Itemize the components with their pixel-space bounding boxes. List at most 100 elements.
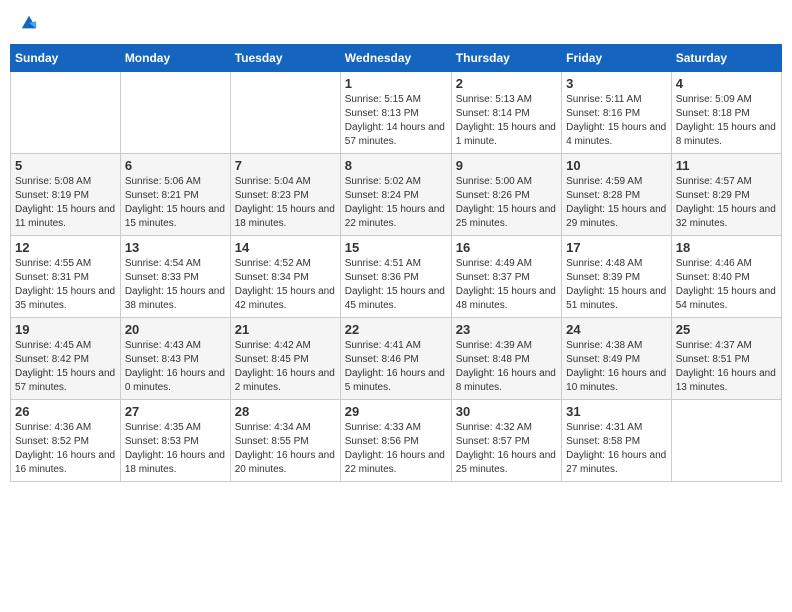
day-info: Sunrise: 4:31 AM Sunset: 8:58 PM Dayligh… (566, 421, 667, 477)
day-info: Sunrise: 4:37 AM Sunset: 8:51 PM Dayligh… (676, 339, 777, 395)
day-info: Sunrise: 4:55 AM Sunset: 8:31 PM Dayligh… (15, 257, 116, 313)
calendar-week-row: 26 Sunrise: 4:36 AM Sunset: 8:52 PM Dayli… (11, 400, 782, 482)
day-info: Sunrise: 4:52 AM Sunset: 8:34 PM Dayligh… (235, 257, 336, 313)
day-info: Sunrise: 4:45 AM Sunset: 8:42 PM Dayligh… (15, 339, 116, 395)
day-number: 14 (235, 240, 336, 255)
day-number: 5 (15, 158, 116, 173)
day-number: 10 (566, 158, 667, 173)
calendar-cell: 16Sunrise: 4:49 AM Sunset: 8:37 PM Dayli… (451, 236, 561, 318)
day-header-monday: Monday (120, 45, 230, 72)
day-info: Sunrise: 4:46 AM Sunset: 8:40 PM Dayligh… (676, 257, 777, 313)
day-info: Sunrise: 4:32 AM Sunset: 8:57 PM Dayligh… (456, 421, 557, 477)
calendar-week-row: 19 Sunrise: 4:45 AM Sunset: 8:42 PM Dayli… (11, 318, 782, 400)
calendar-cell (11, 72, 121, 154)
day-info: Sunrise: 5:00 AM Sunset: 8:26 PM Dayligh… (456, 175, 557, 231)
calendar-cell: 5 Sunrise: 5:08 AM Sunset: 8:19 PM Daylig… (11, 154, 121, 236)
day-info: Sunrise: 5:15 AM Sunset: 8:13 PM Dayligh… (345, 93, 447, 149)
day-info: Sunrise: 4:38 AM Sunset: 8:49 PM Dayligh… (566, 339, 667, 395)
calendar-cell: 9Sunrise: 5:00 AM Sunset: 8:26 PM Daylig… (451, 154, 561, 236)
day-number: 19 (15, 322, 116, 337)
day-number: 22 (345, 322, 447, 337)
day-info: Sunrise: 4:57 AM Sunset: 8:29 PM Dayligh… (676, 175, 777, 231)
day-number: 29 (345, 404, 447, 419)
day-info: Sunrise: 4:33 AM Sunset: 8:56 PM Dayligh… (345, 421, 447, 477)
calendar-cell: 8 Sunrise: 5:02 AM Sunset: 8:24 PM Daylig… (340, 154, 451, 236)
calendar-cell: 6 Sunrise: 5:06 AM Sunset: 8:21 PM Daylig… (120, 154, 230, 236)
page-header (10, 10, 782, 36)
day-number: 23 (456, 322, 557, 337)
day-number: 25 (676, 322, 777, 337)
calendar-cell: 28Sunrise: 4:34 AM Sunset: 8:55 PM Dayli… (230, 400, 340, 482)
day-info: Sunrise: 4:54 AM Sunset: 8:33 PM Dayligh… (125, 257, 226, 313)
day-number: 27 (125, 404, 226, 419)
day-number: 1 (345, 76, 447, 91)
calendar-cell: 24 Sunrise: 4:38 AM Sunset: 8:49 PM Dayli… (562, 318, 672, 400)
day-number: 4 (676, 76, 777, 91)
day-info: Sunrise: 4:59 AM Sunset: 8:28 PM Dayligh… (566, 175, 667, 231)
day-number: 16 (456, 240, 557, 255)
logo (18, 14, 38, 32)
calendar-cell: 4Sunrise: 5:09 AM Sunset: 8:18 PM Daylig… (671, 72, 781, 154)
calendar-cell: 10 Sunrise: 4:59 AM Sunset: 8:28 PM Dayli… (562, 154, 672, 236)
day-number: 18 (676, 240, 777, 255)
day-header-sunday: Sunday (11, 45, 121, 72)
day-number: 20 (125, 322, 226, 337)
calendar-cell (671, 400, 781, 482)
day-number: 8 (345, 158, 447, 173)
calendar-cell: 26 Sunrise: 4:36 AM Sunset: 8:52 PM Dayli… (11, 400, 121, 482)
day-info: Sunrise: 5:08 AM Sunset: 8:19 PM Dayligh… (15, 175, 116, 231)
calendar-cell: 23Sunrise: 4:39 AM Sunset: 8:48 PM Dayli… (451, 318, 561, 400)
calendar-cell: 19 Sunrise: 4:45 AM Sunset: 8:42 PM Dayli… (11, 318, 121, 400)
calendar-cell: 21 Sunrise: 4:42 AM Sunset: 8:45 PM Dayli… (230, 318, 340, 400)
calendar-cell: 13Sunrise: 4:54 AM Sunset: 8:33 PM Dayli… (120, 236, 230, 318)
day-info: Sunrise: 5:04 AM Sunset: 8:23 PM Dayligh… (235, 175, 336, 231)
day-number: 2 (456, 76, 557, 91)
day-number: 7 (235, 158, 336, 173)
calendar-week-row: 1 Sunrise: 5:15 AM Sunset: 8:13 PM Daylig… (11, 72, 782, 154)
day-number: 30 (456, 404, 557, 419)
calendar-cell: 25 Sunrise: 4:37 AM Sunset: 8:51 PM Dayli… (671, 318, 781, 400)
calendar-cell: 30 Sunrise: 4:32 AM Sunset: 8:57 PM Dayli… (451, 400, 561, 482)
day-number: 17 (566, 240, 667, 255)
calendar-cell: 31 Sunrise: 4:31 AM Sunset: 8:58 PM Dayli… (562, 400, 672, 482)
calendar-cell: 11 Sunrise: 4:57 AM Sunset: 8:29 PM Dayli… (671, 154, 781, 236)
calendar-header-row: SundayMondayTuesdayWednesdayThursdayFrid… (11, 45, 782, 72)
day-header-wednesday: Wednesday (340, 45, 451, 72)
calendar-week-row: 12Sunrise: 4:55 AM Sunset: 8:31 PM Dayli… (11, 236, 782, 318)
calendar-cell: 1 Sunrise: 5:15 AM Sunset: 8:13 PM Daylig… (340, 72, 451, 154)
day-number: 28 (235, 404, 336, 419)
logo-icon (20, 14, 38, 32)
calendar-cell: 27 Sunrise: 4:35 AM Sunset: 8:53 PM Dayli… (120, 400, 230, 482)
calendar-cell: 29 Sunrise: 4:33 AM Sunset: 8:56 PM Dayli… (340, 400, 451, 482)
day-number: 31 (566, 404, 667, 419)
calendar-cell (230, 72, 340, 154)
day-info: Sunrise: 5:06 AM Sunset: 8:21 PM Dayligh… (125, 175, 226, 231)
day-info: Sunrise: 5:11 AM Sunset: 8:16 PM Dayligh… (566, 93, 667, 149)
day-number: 6 (125, 158, 226, 173)
day-number: 26 (15, 404, 116, 419)
day-header-thursday: Thursday (451, 45, 561, 72)
calendar-cell: 22 Sunrise: 4:41 AM Sunset: 8:46 PM Dayli… (340, 318, 451, 400)
day-info: Sunrise: 4:48 AM Sunset: 8:39 PM Dayligh… (566, 257, 667, 313)
calendar-cell: 2Sunrise: 5:13 AM Sunset: 8:14 PM Daylig… (451, 72, 561, 154)
day-number: 11 (676, 158, 777, 173)
day-number: 3 (566, 76, 667, 91)
calendar-cell: 7 Sunrise: 5:04 AM Sunset: 8:23 PM Daylig… (230, 154, 340, 236)
day-header-friday: Friday (562, 45, 672, 72)
calendar-cell: 12Sunrise: 4:55 AM Sunset: 8:31 PM Dayli… (11, 236, 121, 318)
calendar-cell: 14 Sunrise: 4:52 AM Sunset: 8:34 PM Dayli… (230, 236, 340, 318)
day-info: Sunrise: 4:36 AM Sunset: 8:52 PM Dayligh… (15, 421, 116, 477)
calendar-cell: 18 Sunrise: 4:46 AM Sunset: 8:40 PM Dayli… (671, 236, 781, 318)
calendar-cell: 3 Sunrise: 5:11 AM Sunset: 8:16 PM Daylig… (562, 72, 672, 154)
day-info: Sunrise: 5:02 AM Sunset: 8:24 PM Dayligh… (345, 175, 447, 231)
calendar-cell: 17 Sunrise: 4:48 AM Sunset: 8:39 PM Dayli… (562, 236, 672, 318)
day-header-saturday: Saturday (671, 45, 781, 72)
day-number: 15 (345, 240, 447, 255)
day-number: 21 (235, 322, 336, 337)
calendar-week-row: 5 Sunrise: 5:08 AM Sunset: 8:19 PM Daylig… (11, 154, 782, 236)
day-info: Sunrise: 4:41 AM Sunset: 8:46 PM Dayligh… (345, 339, 447, 395)
day-info: Sunrise: 4:42 AM Sunset: 8:45 PM Dayligh… (235, 339, 336, 395)
day-info: Sunrise: 4:35 AM Sunset: 8:53 PM Dayligh… (125, 421, 226, 477)
calendar-cell (120, 72, 230, 154)
day-number: 24 (566, 322, 667, 337)
